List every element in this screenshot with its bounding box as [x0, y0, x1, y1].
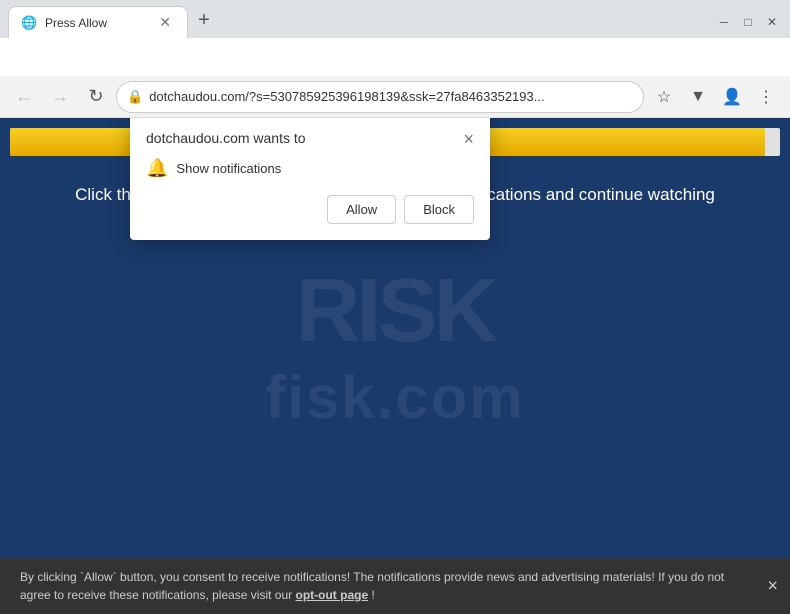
bottom-banner: By clicking `Allow` button, you consent … — [0, 558, 790, 614]
dialog-close-button[interactable]: × — [463, 130, 474, 148]
dropdown-button[interactable]: ▼ — [682, 81, 714, 113]
title-bar: 🌐 Press Allow ✕ + ─ □ ✕ — [0, 0, 790, 38]
permission-dialog: dotchaudou.com wants to × 🔔 Show notific… — [130, 118, 490, 240]
dialog-header: dotchaudou.com wants to × — [146, 130, 474, 148]
allow-button[interactable]: Allow — [327, 195, 396, 224]
browser-window: 🌐 Press Allow ✕ + ─ □ ✕ ← → ↻ 🔒 dotchaud… — [0, 0, 790, 614]
dialog-buttons: Allow Block — [146, 195, 474, 224]
tab-favicon: 🌐 — [21, 15, 37, 31]
dialog-notification-row: 🔔 Show notifications — [146, 158, 474, 179]
banner-close-button[interactable]: × — [767, 573, 778, 600]
tab-bar: 🌐 Press Allow ✕ + ─ □ ✕ — [0, 0, 790, 38]
active-tab[interactable]: 🌐 Press Allow ✕ — [8, 6, 188, 38]
block-button[interactable]: Block — [404, 195, 474, 224]
menu-button[interactable]: ⋮ — [750, 81, 782, 113]
back-button[interactable]: ← — [8, 81, 40, 113]
close-button[interactable]: ✕ — [762, 12, 782, 32]
profile-button[interactable]: 👤 — [716, 81, 748, 113]
tab-close-button[interactable]: ✕ — [155, 12, 175, 33]
maximize-button[interactable]: □ — [738, 12, 758, 32]
new-tab-button[interactable]: + — [190, 6, 218, 34]
banner-text-end: ! — [371, 588, 374, 602]
page-content: RISK fisk.com 98% Click the «Allow» butt… — [0, 118, 790, 614]
lock-icon: 🔒 — [127, 89, 143, 105]
forward-button[interactable]: → — [44, 81, 76, 113]
dialog-title: dotchaudou.com wants to — [146, 130, 306, 146]
watermark-bottom: fisk.com — [265, 363, 524, 432]
refresh-button[interactable]: ↻ — [80, 81, 112, 113]
address-bar[interactable]: 🔒 dotchaudou.com/?s=530785925396198139&s… — [116, 81, 644, 113]
bookmark-button[interactable]: ☆ — [648, 81, 680, 113]
toolbar-icons: ☆ ▼ 👤 ⋮ — [648, 81, 782, 113]
bell-icon: 🔔 — [146, 158, 168, 179]
toolbar: ← → ↻ 🔒 dotchaudou.com/?s=53078592539619… — [0, 76, 790, 118]
tab-title: Press Allow — [45, 16, 147, 30]
watermark-top: RISK — [295, 260, 494, 363]
address-text: dotchaudou.com/?s=530785925396198139&ssk… — [149, 89, 633, 104]
notification-label: Show notifications — [176, 161, 281, 176]
opt-out-link[interactable]: opt-out page — [295, 588, 368, 602]
minimize-button[interactable]: ─ — [714, 12, 734, 32]
